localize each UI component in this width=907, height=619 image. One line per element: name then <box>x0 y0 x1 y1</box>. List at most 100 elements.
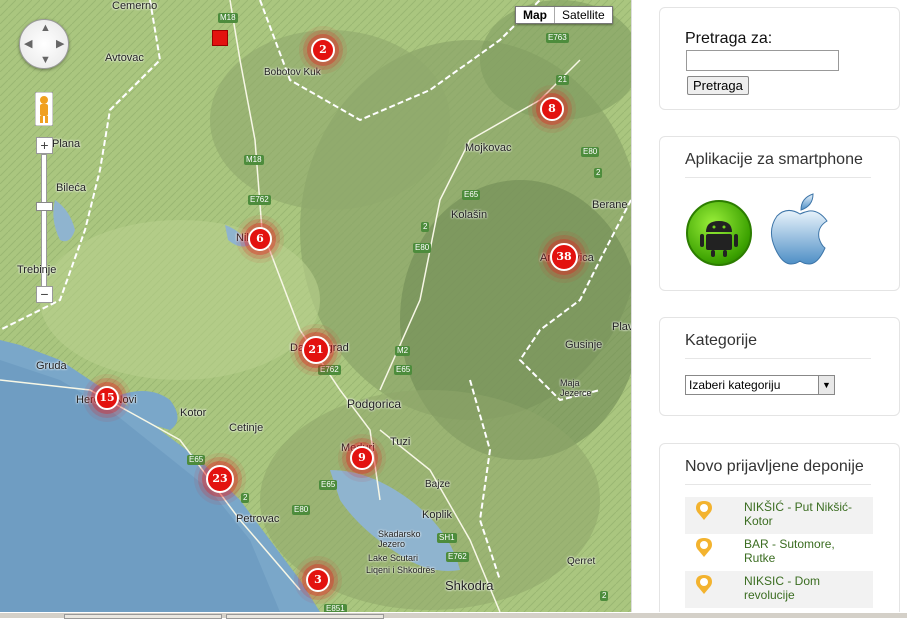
road-shield: E851 <box>324 604 347 612</box>
cluster-marker[interactable]: 15 <box>95 386 119 410</box>
map-type-satellite-button[interactable]: Satellite <box>555 7 612 23</box>
place-label: Lake Scutari <box>368 553 419 563</box>
search-box: Pretraga za: Pretraga <box>659 7 900 110</box>
road-shield: E80 <box>581 147 600 157</box>
place-label: Plav <box>612 321 631 333</box>
road-shield: E762 <box>248 195 271 205</box>
cluster-marker[interactable]: 2 <box>311 38 335 62</box>
place-label: Maja Jezerce <box>560 378 592 398</box>
pegman-icon[interactable] <box>35 92 53 126</box>
list-item[interactable]: BAR - Sutomore, Rutke <box>685 534 873 571</box>
search-button[interactable]: Pretraga <box>687 76 749 95</box>
place-label: Bobotov Kuk <box>264 67 321 78</box>
place-label: Plana <box>52 138 81 150</box>
zoom-in-button[interactable]: + <box>36 137 53 154</box>
place-label: Gusinje <box>565 339 603 351</box>
dump-pin-icon <box>696 501 712 520</box>
taskbar <box>0 612 907 619</box>
search-input[interactable] <box>686 50 839 71</box>
place-label: Berane <box>592 199 628 211</box>
road-shield: 2 <box>600 591 609 601</box>
place-label: Koplik <box>422 509 452 521</box>
list-item-link[interactable]: Rutke <box>744 551 873 565</box>
dump-pin-icon <box>696 538 712 557</box>
road-shield: E80 <box>413 243 432 253</box>
pan-left-icon[interactable]: ◀ <box>24 39 32 50</box>
list-item-link[interactable]: NIKSIC - Dom <box>744 574 873 588</box>
road-shield: E65 <box>394 365 413 375</box>
pan-down-icon[interactable]: ▼ <box>40 55 51 66</box>
taskbar-button[interactable] <box>226 614 384 619</box>
apple-app-icon[interactable] <box>767 192 833 268</box>
pan-control[interactable]: ▲ ▼ ◀ ▶ <box>19 19 69 69</box>
road-shield: E762 <box>318 365 341 375</box>
place-label: Petrovac <box>236 513 280 525</box>
place-label: Kotor <box>180 407 207 419</box>
new-dumps-list: NIKŠIĆ - Put Nikšić- Kotor BAR - Sutomor… <box>660 497 899 608</box>
apps-box: Aplikacije za smartphone <box>659 136 900 291</box>
list-item-link[interactable]: NIKŠIĆ - Put Nikšić- <box>744 500 873 514</box>
road-shield: M2 <box>395 346 411 356</box>
list-item[interactable]: NIKŠIĆ - Put Nikšić- Kotor <box>685 497 873 534</box>
categories-box: Kategorije Izaberi kategoriju ▼ <box>659 317 900 416</box>
list-item[interactable]: NIKSIC - Dom revolucije <box>685 571 873 608</box>
category-select[interactable]: Izaberi kategoriju ▼ <box>685 375 835 395</box>
android-robot-icon <box>700 221 738 257</box>
apps-title: Aplikacije za smartphone <box>685 151 863 168</box>
cluster-marker[interactable]: 21 <box>302 336 330 364</box>
cluster-marker[interactable]: 9 <box>350 446 374 470</box>
divider <box>685 484 871 485</box>
place-label: Skadarsko Jezero <box>378 529 421 549</box>
chevron-down-icon[interactable]: ▼ <box>818 376 834 394</box>
place-label: Podgorica <box>347 397 402 411</box>
divider <box>685 358 871 359</box>
road-shield: 2 <box>594 168 603 178</box>
cluster-marker[interactable]: 38 <box>550 243 578 271</box>
new-dumps-box: Novo prijavljene deponije NIKŠIĆ - Put N… <box>659 443 900 618</box>
place-label: Mojkovac <box>465 142 512 154</box>
road-shield: E65 <box>462 190 481 200</box>
cluster-marker[interactable]: 8 <box>540 97 564 121</box>
road-shield: E762 <box>446 552 469 562</box>
list-item-link[interactable]: revolucije <box>744 588 873 602</box>
place-label: Qerret <box>567 556 596 567</box>
taskbar-button[interactable] <box>64 614 222 619</box>
list-item-link[interactable]: BAR - Sutomore, <box>744 537 873 551</box>
road-shield: M18 <box>218 13 238 23</box>
pan-up-icon[interactable]: ▲ <box>40 23 51 34</box>
zoom-slider-handle[interactable] <box>36 202 53 211</box>
road-shield: SH1 <box>437 533 457 543</box>
place-label: Shkodra <box>445 578 494 593</box>
place-label: Kolašin <box>451 209 488 221</box>
search-label: Pretraga za: <box>685 30 773 47</box>
cluster-marker[interactable]: 6 <box>248 227 272 251</box>
cluster-marker[interactable]: 3 <box>306 568 330 592</box>
road-shield: E80 <box>292 505 311 515</box>
road-shield: 2 <box>421 222 430 232</box>
road-shield: 2 <box>241 493 250 503</box>
map-terrain <box>0 0 631 612</box>
road-shield: E763 <box>546 33 569 43</box>
place-label: Trebinje <box>17 264 57 276</box>
list-item-link[interactable]: Kotor <box>744 514 873 528</box>
zoom-out-button[interactable]: − <box>36 286 53 303</box>
place-label: Liqeni i Shkodrës <box>366 565 436 575</box>
place-label: Bajze <box>425 479 451 490</box>
place-label: Gruda <box>36 360 67 372</box>
road-shield: E65 <box>319 480 338 490</box>
road-shield: E65 <box>187 455 206 465</box>
cluster-marker[interactable]: 23 <box>206 465 234 493</box>
sidebar: Pretraga za: Pretraga Aplikacije za smar… <box>631 0 907 618</box>
new-dumps-title: Novo prijavljene deponije <box>685 458 864 475</box>
map-type-control: Map Satellite <box>515 6 613 24</box>
place-label: Bileća <box>56 182 86 194</box>
category-select-value: Izaberi kategoriju <box>689 378 781 392</box>
dump-marker-icon[interactable] <box>212 30 228 46</box>
android-app-icon[interactable] <box>686 200 752 266</box>
dump-pin-icon <box>696 575 712 594</box>
road-shield: M18 <box>244 155 264 165</box>
pan-right-icon[interactable]: ▶ <box>56 39 64 50</box>
categories-title: Kategorije <box>685 332 758 349</box>
map-type-map-button[interactable]: Map <box>516 7 555 23</box>
map-canvas[interactable]: Map Satellite ▲ ▼ ◀ ▶ + − Cemerno Avtova… <box>0 0 631 612</box>
